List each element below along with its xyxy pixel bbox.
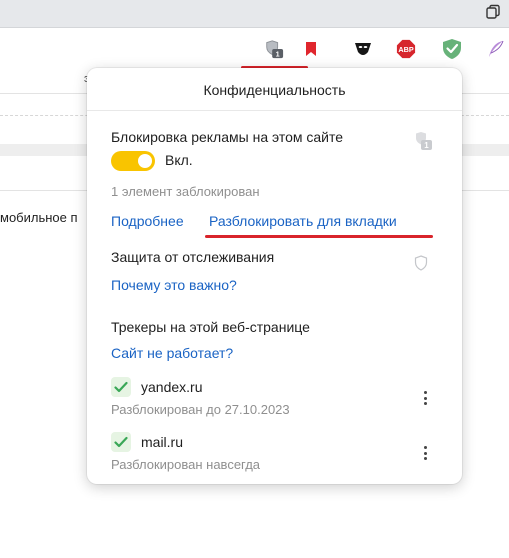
popup-title: Конфиденциальность bbox=[203, 82, 346, 98]
tracker-allowed-check-icon bbox=[111, 377, 131, 397]
site-broken-link[interactable]: Сайт не работает? bbox=[111, 345, 233, 361]
why-important-link[interactable]: Почему это важно? bbox=[111, 277, 237, 293]
adguard-icon[interactable] bbox=[442, 39, 462, 59]
popup-divider bbox=[87, 110, 462, 111]
blocked-count-text: 1 элемент заблокирован bbox=[111, 184, 260, 199]
tracker-menu-icon[interactable] bbox=[419, 444, 431, 462]
tracking-shield-icon bbox=[414, 255, 428, 271]
trackers-section-title: Трекеры на этой веб-странице bbox=[111, 319, 310, 335]
tracker-name: yandex.ru bbox=[141, 379, 203, 395]
browser-toolbar: 1 ABP bbox=[0, 28, 509, 70]
details-link[interactable]: Подробнее bbox=[111, 213, 184, 229]
tab-manager-icon[interactable] bbox=[485, 4, 501, 20]
tracker-menu-icon[interactable] bbox=[419, 389, 431, 407]
adblock-shield-icon: 1 bbox=[414, 130, 436, 152]
unblock-link-highlight bbox=[205, 235, 433, 238]
unblock-for-tab-link[interactable]: Разблокировать для вкладки bbox=[209, 213, 397, 229]
tracker-status: Разблокирован навсегда bbox=[111, 457, 261, 472]
adblock-toggle-label: Вкл. bbox=[165, 152, 193, 168]
privacy-badge-count: 1 bbox=[276, 49, 280, 58]
privacy-shield-icon[interactable]: 1 bbox=[264, 39, 284, 59]
bookmark-icon[interactable] bbox=[301, 39, 321, 59]
tracker-allowed-check-icon bbox=[111, 432, 131, 452]
toggle-knob bbox=[138, 154, 152, 168]
abp-icon[interactable]: ABP bbox=[396, 39, 416, 59]
ninja-icon[interactable] bbox=[353, 39, 373, 59]
background-page-text: мобильное п bbox=[0, 210, 78, 225]
abp-label: ABP bbox=[398, 45, 413, 54]
tracker-status: Разблокирован до 27.10.2023 bbox=[111, 402, 290, 417]
privacy-popup: Конфиденциальность Блокировка рекламы на… bbox=[87, 68, 462, 484]
adblock-toggle[interactable] bbox=[111, 151, 155, 171]
tracker-name: mail.ru bbox=[141, 434, 184, 450]
adblock-section-title: Блокировка рекламы на этом сайте bbox=[111, 129, 344, 145]
browser-window: 1 ABP мобильное п Конфиденциальность Бло… bbox=[0, 0, 509, 558]
quill-icon[interactable] bbox=[486, 39, 506, 59]
adblock-badge-count: 1 bbox=[424, 141, 429, 150]
tab-strip bbox=[0, 0, 509, 28]
tracking-section-title: Защита от отслеживания bbox=[111, 249, 275, 265]
